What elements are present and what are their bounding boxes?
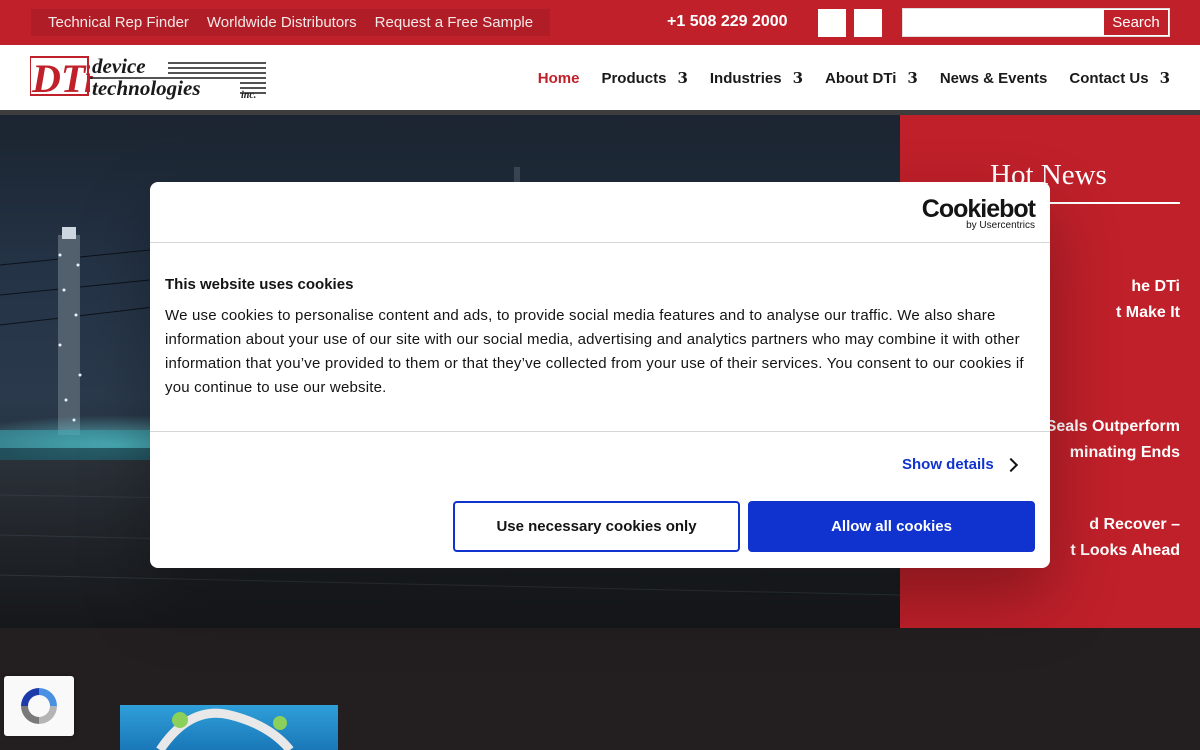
social-icon-1[interactable] <box>818 9 846 37</box>
worldwide-distributors-link[interactable]: Worldwide Distributors <box>198 9 366 36</box>
product-thumbnail[interactable] <box>120 705 338 750</box>
logo-mark: DTi <box>31 56 95 101</box>
nav-label: Products <box>601 69 667 87</box>
cookie-dialog-title: This website uses cookies <box>165 276 354 293</box>
cookiebot-logo-text: Cookiebot <box>921 195 1036 223</box>
nav-products[interactable]: Products 3 <box>601 69 687 87</box>
nav-news-events[interactable]: News & Events <box>940 70 1048 87</box>
cookie-consent-dialog: Cookiebot by Usercentrics This website u… <box>150 182 1050 568</box>
show-details-label: Show details <box>902 456 994 473</box>
nav-label: Industries <box>709 69 782 87</box>
product-image <box>156 708 294 750</box>
dti-logo[interactable]: DTi device technologies inc. <box>30 55 266 101</box>
use-necessary-cookies-button[interactable]: Use necessary cookies only <box>453 501 740 552</box>
top-links: Technical Rep Finder Worldwide Distribut… <box>31 9 551 36</box>
nav-industries[interactable]: Industries 3 <box>710 69 803 87</box>
chevron-down-icon: 3 <box>792 69 804 87</box>
logo-line-1: device <box>92 55 146 78</box>
nav-about[interactable]: About DTi 3 <box>825 69 918 87</box>
nav-home[interactable]: Home <box>538 70 580 87</box>
chevron-down-icon: 3 <box>1159 69 1170 87</box>
nav-label: News & Events <box>939 69 1048 87</box>
logo-line-2: technologies <box>92 76 201 100</box>
site-header: DTi device technologies inc. Home Produc… <box>0 45 1200 110</box>
nav-contact[interactable]: Contact Us 3 <box>1069 69 1170 87</box>
request-sample-link[interactable]: Request a Free Sample <box>366 9 542 36</box>
dialog-divider <box>150 242 1050 243</box>
allow-all-cookies-button[interactable]: Allow all cookies <box>748 501 1035 552</box>
nav-label: Contact Us <box>1069 69 1149 87</box>
recaptcha-icon <box>21 688 57 724</box>
show-details-link[interactable]: Show details <box>902 456 1018 473</box>
chevron-down-icon: 3 <box>907 69 918 87</box>
cookie-dialog-body: We use cookies to personalise content an… <box>165 307 1024 396</box>
logo-suffix: inc. <box>241 90 256 101</box>
chevron-right-icon <box>1003 457 1018 472</box>
recaptcha-badge[interactable] <box>4 676 74 736</box>
phone-number[interactable]: +1 508 229 2000 <box>667 13 788 31</box>
main-nav: Home Products 3 Industries 3 About DTi 3… <box>538 69 1170 87</box>
top-bar: Technical Rep Finder Worldwide Distribut… <box>0 0 1200 45</box>
chevron-down-icon: 3 <box>677 69 688 87</box>
search-button[interactable]: Search <box>1103 9 1169 36</box>
technical-rep-finder-link[interactable]: Technical Rep Finder <box>39 9 198 36</box>
nav-label: Home <box>537 69 580 87</box>
dialog-divider <box>150 431 1050 432</box>
cookiebot-logo: Cookiebot by Usercentrics <box>921 195 1036 231</box>
nav-label: About DTi <box>825 69 897 87</box>
social-icon-2[interactable] <box>854 9 882 37</box>
